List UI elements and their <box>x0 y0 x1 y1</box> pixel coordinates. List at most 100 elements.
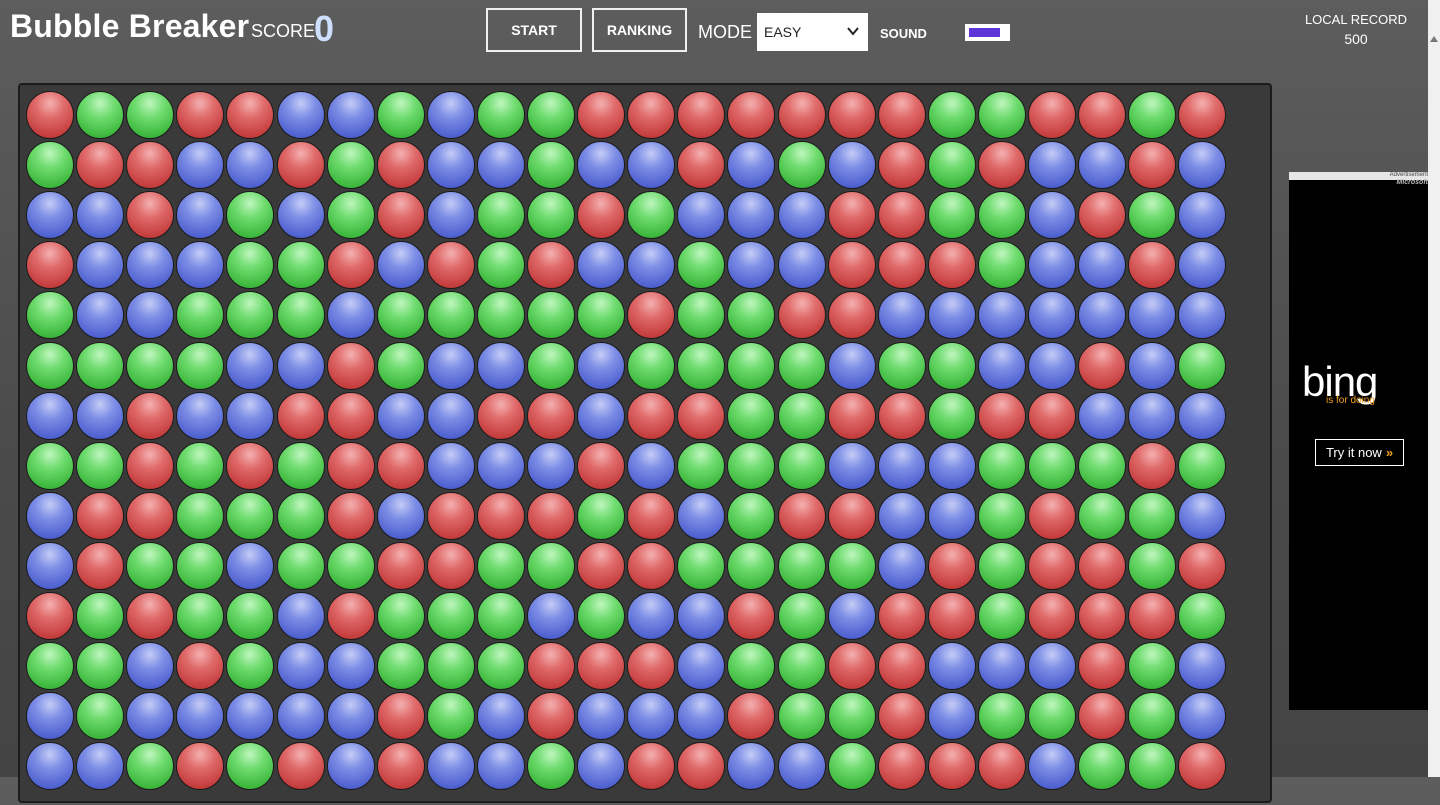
bubble[interactable] <box>977 91 1026 139</box>
bubble[interactable] <box>226 491 275 540</box>
bubble[interactable] <box>126 191 175 240</box>
bubble[interactable] <box>276 742 325 791</box>
bubble[interactable] <box>76 291 125 340</box>
bubble[interactable] <box>126 491 175 540</box>
bubble[interactable] <box>1128 91 1177 139</box>
bubble[interactable] <box>326 191 375 240</box>
ad-banner[interactable]: Advertisement Microsoft bing is for doin… <box>1289 172 1432 710</box>
bubble[interactable] <box>877 391 926 440</box>
bubble[interactable] <box>577 642 626 691</box>
bubble[interactable] <box>26 341 74 390</box>
bubble[interactable] <box>476 491 525 540</box>
bubble[interactable] <box>76 541 125 590</box>
bubble[interactable] <box>977 291 1026 340</box>
bubble[interactable] <box>1178 91 1227 139</box>
bubble[interactable] <box>176 391 225 440</box>
bubble[interactable] <box>927 742 976 791</box>
bubble[interactable] <box>1028 91 1076 139</box>
bubble[interactable] <box>1028 141 1076 190</box>
bubble[interactable] <box>677 291 726 340</box>
bubble[interactable] <box>176 241 225 290</box>
bubble[interactable] <box>1178 592 1227 640</box>
bubble[interactable] <box>977 491 1026 540</box>
bubble[interactable] <box>1028 241 1076 290</box>
bubble[interactable] <box>627 441 676 490</box>
bubble[interactable] <box>176 291 225 340</box>
bubble[interactable] <box>426 341 475 390</box>
bubble[interactable] <box>1028 491 1076 540</box>
bubble[interactable] <box>276 91 325 139</box>
bubble[interactable] <box>176 191 225 240</box>
bubble[interactable] <box>276 291 325 340</box>
bubble[interactable] <box>777 692 826 741</box>
bubble[interactable] <box>376 541 425 590</box>
bubble[interactable] <box>827 341 876 390</box>
bubble[interactable] <box>376 441 425 490</box>
bubble[interactable] <box>26 642 74 691</box>
bubble[interactable] <box>527 191 575 240</box>
bubble[interactable] <box>1178 191 1227 240</box>
bubble[interactable] <box>26 241 74 290</box>
bubble[interactable] <box>827 391 876 440</box>
mode-select[interactable]: EASY <box>757 13 868 51</box>
bubble[interactable] <box>1178 491 1227 540</box>
bubble[interactable] <box>627 291 676 340</box>
bubble[interactable] <box>627 642 676 691</box>
bubble[interactable] <box>1128 642 1177 691</box>
bubble[interactable] <box>26 191 74 240</box>
bubble[interactable] <box>1028 341 1076 390</box>
bubble[interactable] <box>376 491 425 540</box>
bubble[interactable] <box>977 592 1026 640</box>
bubble[interactable] <box>76 241 125 290</box>
bubble[interactable] <box>577 191 626 240</box>
bubble[interactable] <box>276 642 325 691</box>
bubble[interactable] <box>376 341 425 390</box>
bubble[interactable] <box>577 441 626 490</box>
bubble[interactable] <box>727 491 776 540</box>
bubble[interactable] <box>1078 491 1127 540</box>
bubble[interactable] <box>126 441 175 490</box>
bubble[interactable] <box>326 642 375 691</box>
bubble[interactable] <box>276 491 325 540</box>
bubble[interactable] <box>1028 441 1076 490</box>
bubble[interactable] <box>977 141 1026 190</box>
bubble[interactable] <box>827 291 876 340</box>
bubble[interactable] <box>627 592 676 640</box>
bubble[interactable] <box>577 341 626 390</box>
bubble[interactable] <box>276 141 325 190</box>
bubble[interactable] <box>827 692 876 741</box>
bubble[interactable] <box>226 391 275 440</box>
bubble[interactable] <box>777 491 826 540</box>
bubble[interactable] <box>727 291 776 340</box>
bubble[interactable] <box>527 742 575 791</box>
bubble[interactable] <box>26 291 74 340</box>
bubble[interactable] <box>677 91 726 139</box>
bubble[interactable] <box>126 341 175 390</box>
bubble[interactable] <box>226 642 275 691</box>
bubble[interactable] <box>677 592 726 640</box>
bubble[interactable] <box>1128 742 1177 791</box>
bubble[interactable] <box>126 742 175 791</box>
bubble[interactable] <box>226 592 275 640</box>
bubble[interactable] <box>376 391 425 440</box>
bubble[interactable] <box>877 291 926 340</box>
bubble[interactable] <box>577 592 626 640</box>
bubble[interactable] <box>176 91 225 139</box>
bubble[interactable] <box>226 91 275 139</box>
bubble[interactable] <box>226 241 275 290</box>
bubble[interactable] <box>1028 541 1076 590</box>
bubble[interactable] <box>577 491 626 540</box>
bubble[interactable] <box>1128 341 1177 390</box>
bubble[interactable] <box>677 491 726 540</box>
bubble[interactable] <box>527 241 575 290</box>
bubble[interactable] <box>426 291 475 340</box>
bubble[interactable] <box>827 141 876 190</box>
bubble[interactable] <box>476 141 525 190</box>
bubble[interactable] <box>226 191 275 240</box>
bubble[interactable] <box>76 191 125 240</box>
bubble[interactable] <box>76 592 125 640</box>
bubble[interactable] <box>426 241 475 290</box>
bubble[interactable] <box>1128 541 1177 590</box>
bubble[interactable] <box>376 91 425 139</box>
bubble[interactable] <box>777 341 826 390</box>
